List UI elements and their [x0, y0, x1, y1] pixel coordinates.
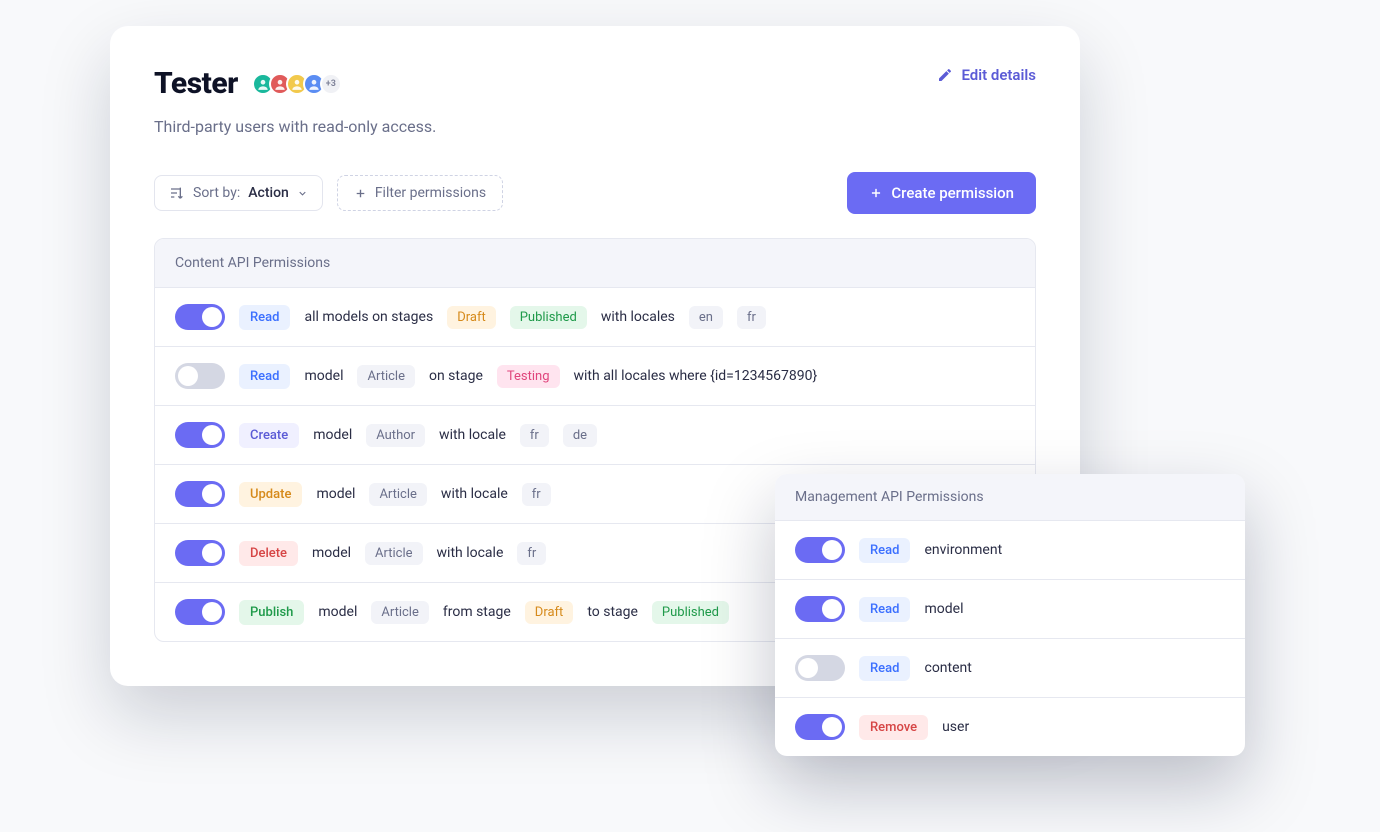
model-chip: Article — [369, 483, 426, 506]
permission-toggle[interactable] — [795, 655, 845, 681]
header-row: Tester +3 Edit details — [154, 66, 1036, 101]
model-chip: Article — [357, 365, 414, 388]
permission-toggle[interactable] — [795, 596, 845, 622]
action-badge: Read — [239, 305, 290, 330]
permission-row: Read all models on stages Draft Published wi… — [155, 288, 1035, 347]
locale-chip: de — [563, 424, 597, 447]
perm-text: content — [924, 660, 971, 676]
perm-text: model — [304, 368, 343, 384]
action-badge: Update — [239, 482, 302, 507]
permission-row: Read model Article on stage Testing with all … — [155, 347, 1035, 406]
action-badge: Read — [859, 656, 910, 681]
permission-toggle[interactable] — [795, 537, 845, 563]
perm-text: model — [318, 604, 357, 620]
page-subtitle: Third-party users with read-only access. — [154, 117, 1036, 136]
perm-text: with locales — [601, 309, 675, 325]
title-block: Tester +3 — [154, 66, 342, 101]
stage-chip: Draft — [525, 601, 574, 624]
permission-toggle[interactable] — [795, 714, 845, 740]
model-chip: Article — [371, 601, 428, 624]
avatar-count: +3 — [320, 73, 342, 95]
content-permissions-header: Content API Permissions — [155, 239, 1035, 288]
permission-toggle[interactable] — [175, 363, 225, 389]
edit-details-label: Edit details — [961, 66, 1036, 84]
toolbar-left: Sort by: Action Filter permissions — [154, 175, 503, 211]
perm-text: user — [942, 719, 969, 735]
permission-toggle[interactable] — [175, 481, 225, 507]
locale-chip: en — [689, 306, 723, 329]
pencil-icon — [937, 67, 953, 83]
action-badge: Read — [859, 597, 910, 622]
stage-chip: Testing — [497, 365, 560, 388]
permission-row: Read content — [775, 639, 1245, 698]
action-badge: Read — [239, 364, 290, 389]
filter-label: Filter permissions — [375, 185, 486, 201]
perm-text: model — [313, 427, 352, 443]
sort-button[interactable]: Sort by: Action — [154, 175, 323, 211]
create-label: Create permission — [891, 184, 1014, 202]
permission-toggle[interactable] — [175, 540, 225, 566]
perm-text: with locale — [439, 427, 506, 443]
stage-chip: Published — [510, 306, 587, 329]
stage-chip: Draft — [447, 306, 496, 329]
create-permission-button[interactable]: Create permission — [847, 172, 1036, 214]
permission-row: Read environment — [775, 521, 1245, 580]
action-badge: Publish — [239, 600, 304, 625]
management-permissions-header: Management API Permissions — [775, 474, 1245, 521]
permission-row: Create model Author with locale frde — [155, 406, 1035, 465]
permission-toggle[interactable] — [175, 304, 225, 330]
filter-button[interactable]: Filter permissions — [337, 175, 503, 211]
perm-text: to stage — [587, 604, 638, 620]
model-chip: Article — [365, 542, 422, 565]
plus-icon — [869, 186, 883, 200]
perm-text: environment — [924, 542, 1002, 558]
perm-text: all models on stages — [304, 309, 433, 325]
perm-text: model — [312, 545, 351, 561]
perm-text: with all locales where {id=1234567890} — [574, 368, 818, 384]
model-chip: Author — [366, 424, 425, 447]
action-badge: Create — [239, 423, 299, 448]
locale-chip: fr — [517, 542, 546, 565]
sort-icon — [169, 185, 185, 201]
action-badge: Read — [859, 538, 910, 563]
permission-toggle[interactable] — [175, 599, 225, 625]
perm-text: with locale — [441, 486, 508, 502]
permission-row: Read model — [775, 580, 1245, 639]
locale-chip: fr — [522, 483, 551, 506]
locale-chip: fr — [520, 424, 549, 447]
sort-value: Action — [248, 185, 289, 201]
plus-icon — [354, 187, 367, 200]
sort-prefix: Sort by: — [193, 185, 240, 201]
avatar-group: +3 — [252, 73, 342, 95]
locale-chip: fr — [737, 306, 766, 329]
perm-text: model — [924, 601, 963, 617]
chevron-down-icon — [297, 188, 308, 199]
page-title: Tester — [154, 66, 238, 101]
perm-text: on stage — [429, 368, 483, 384]
edit-details-button[interactable]: Edit details — [937, 66, 1036, 84]
permission-toggle[interactable] — [175, 422, 225, 448]
action-badge: Remove — [859, 715, 928, 740]
action-badge: Delete — [239, 541, 298, 566]
permission-row: Remove user — [775, 698, 1245, 756]
stage-chip: Published — [652, 601, 729, 624]
perm-text: with locale — [437, 545, 504, 561]
perm-text: model — [316, 486, 355, 502]
management-permissions-card: Management API Permissions Read environme… — [775, 474, 1245, 756]
toolbar: Sort by: Action Filter permissions Creat… — [154, 172, 1036, 214]
perm-text: from stage — [443, 604, 511, 620]
